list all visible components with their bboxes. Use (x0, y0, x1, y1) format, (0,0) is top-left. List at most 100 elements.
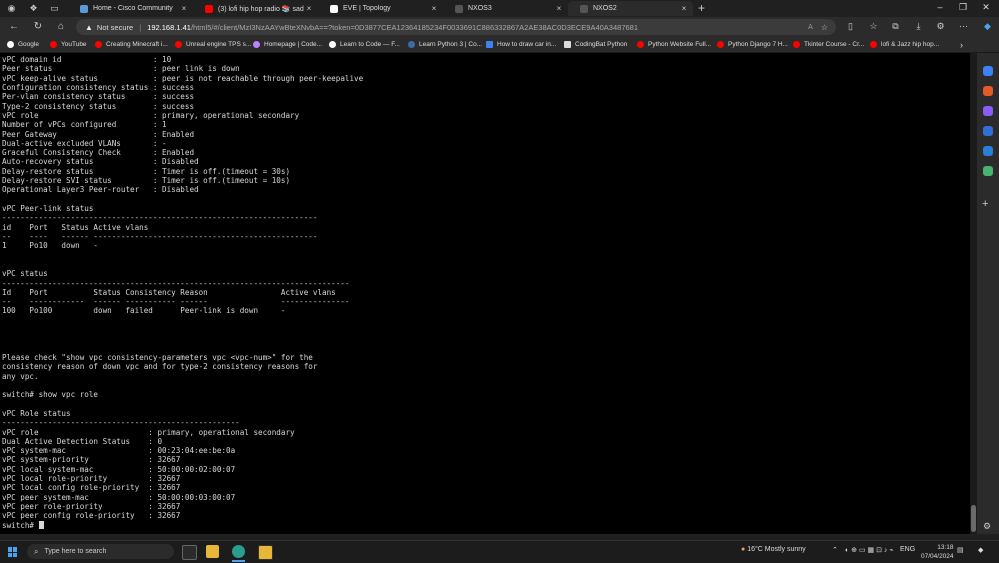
code-icon (253, 41, 260, 48)
more-menu-icon[interactable]: ⋯ (958, 21, 969, 32)
terminal-cursor (38, 520, 44, 529)
bookmarks-overflow-icon[interactable]: › (960, 39, 963, 50)
collections-icon[interactable]: ⧉ (890, 21, 901, 32)
bookmark-learn-python[interactable]: Learn Python 3 | Co... (408, 39, 482, 50)
warning-icon[interactable]: ▲ (85, 23, 93, 32)
terminal-line: vPC peer role-priority : 32667 (2, 502, 181, 511)
downloads-icon[interactable]: ⤓ (913, 21, 924, 32)
tab-nxos2[interactable]: NXOS2 × (568, 1, 693, 16)
terminal-line: Graceful Consistency Check : Enabled (2, 148, 195, 158)
terminal-scrollbar-thumb[interactable] (971, 505, 976, 532)
weather-text: 16°C Mostly sunny (747, 546, 806, 553)
edge-taskbar-icon[interactable] (232, 545, 245, 558)
windows-start-icon[interactable] (8, 547, 18, 557)
favorite-star-icon[interactable]: ☆ (821, 23, 828, 32)
search-sidebar-icon[interactable] (983, 66, 993, 76)
close-window-icon[interactable]: ✕ (979, 2, 993, 13)
add-sidebar-icon[interactable]: + (982, 198, 988, 210)
terminal-window[interactable]: vPC domain id : 10 Peer status : peer li… (0, 53, 970, 534)
bookmark-python-django[interactable]: Python Django 7 H... (717, 39, 788, 50)
terminal-line: Peer Gateway : Enabled (2, 129, 195, 139)
restore-icon[interactable]: ❐ (956, 2, 970, 13)
copilot-icon[interactable]: ◆ (982, 21, 993, 32)
bookmark-lofi-jazz[interactable]: lofi & Jazz hip hop... (870, 39, 939, 50)
profile-icon[interactable]: ◉ (6, 3, 17, 13)
close-tab-icon[interactable]: × (179, 4, 189, 13)
terminal-line: 100 Po100 down failed Peer-link is down … (2, 306, 286, 316)
terminal-line: Dual-active excluded VLANs : - (2, 138, 167, 148)
youtube-icon (717, 41, 724, 48)
taskbar-search[interactable]: ⌕ Type here to search (27, 544, 174, 559)
terminal-line: Dual Active Detection Status : 0 (2, 436, 163, 446)
bookmark-python-website[interactable]: Python Website Full... (637, 39, 711, 50)
url-host: 192.168.1.41 (147, 22, 191, 32)
terminal-line: vPC role : primary, operational secondar… (2, 110, 300, 120)
tab-lofi-radio[interactable]: (3) lofi hip hop radio 📚 sad & s × (193, 1, 318, 16)
terminal-prompt: switch# (2, 520, 39, 530)
security-label[interactable]: Not secure (97, 23, 133, 32)
notifications-icon[interactable]: ▤ (957, 546, 964, 554)
taskbar: ⌕ Type here to search ● 16°C Mostly sunn… (0, 540, 999, 563)
bookmark-youtube[interactable]: YouTube (50, 39, 87, 50)
terminal-line: vPC domain id : 10 (2, 55, 172, 64)
bookmark-label: Learn Python 3 | Co... (419, 41, 483, 48)
terminal-line: -- ------------ ------ ----------- -----… (2, 297, 350, 307)
tab-eve-topology[interactable]: EVE | Topology × (318, 1, 443, 16)
file-explorer-icon[interactable] (206, 545, 219, 558)
favorites-icon[interactable]: ☆ (868, 21, 879, 32)
bookmark-homepage-code[interactable]: Homepage | Code... (253, 39, 322, 50)
minimize-icon[interactable]: – (933, 2, 947, 12)
refresh-icon[interactable]: ↻ (32, 21, 44, 33)
url-text[interactable]: 192.168.1.41/html5/#/client/MzI3NzAAYwBt… (147, 23, 638, 32)
bookmark-label: CodingBat Python (575, 41, 628, 48)
close-tab-icon[interactable]: × (679, 4, 689, 13)
bookmark-label: Tkinter Course - Cr... (804, 41, 865, 48)
tray-icons[interactable]: ◐ ⊕ ▭ ▦ ⊡ ♪ ⌁ (845, 546, 894, 554)
bookmark-learn-to-code[interactable]: Learn to Code — F... (329, 39, 400, 50)
tools-icon[interactable] (983, 106, 993, 116)
tab-actions-icon[interactable]: ▭ (49, 3, 60, 13)
workspaces-icon[interactable]: ❖ (28, 3, 39, 13)
address-bar[interactable]: ▲ Not secure | 192.168.1.41/html5/#/clie… (76, 19, 836, 35)
extensions-icon[interactable]: ⚙ (935, 21, 946, 32)
home-icon[interactable]: ⌂ (55, 21, 67, 33)
read-aloud-icon[interactable]: A (808, 24, 813, 31)
close-tab-icon[interactable]: × (554, 4, 564, 13)
tab-nxos3[interactable]: NXOS3 × (443, 1, 568, 16)
split-screen-icon[interactable]: ▯ (845, 21, 856, 32)
shopping-icon[interactable] (983, 86, 993, 96)
terminal-line: vPC system-priority : 32667 (2, 455, 181, 465)
bookmark-unreal[interactable]: Unreal engine TPS s... (175, 39, 251, 50)
terminal-line: ----------------------------------------… (2, 213, 318, 223)
bookmark-codingbat[interactable]: CodingBat Python (564, 39, 627, 50)
tab-label: EVE | Topology (343, 5, 391, 12)
drop-icon[interactable] (983, 166, 993, 176)
terminal-line: vPC role : primary, operational secondar… (2, 427, 295, 437)
app-taskbar-icon[interactable] (258, 545, 273, 560)
games-icon[interactable] (983, 126, 993, 136)
weather-widget[interactable]: ● 16°C Mostly sunny (741, 546, 806, 553)
sidebar-settings-icon[interactable]: ⚙ (983, 521, 991, 532)
terminal-line: vPC keep-alive status : peer is not reac… (2, 73, 364, 83)
show-hidden-icons[interactable]: ⌃ (832, 546, 838, 554)
bookmark-minecraft[interactable]: Creating Minecraft i... (95, 39, 168, 50)
tab-cisco-community[interactable]: Home - Cisco Community × (68, 1, 193, 16)
bookmark-tkinter[interactable]: Tkinter Course - Cr... (793, 39, 864, 50)
close-tab-icon[interactable]: × (304, 4, 314, 13)
clock[interactable]: 13:18 07/04/2024 (921, 543, 954, 561)
language-indicator[interactable]: ENG (900, 546, 915, 553)
bookmark-google[interactable]: Google (7, 39, 39, 50)
outlook-icon[interactable] (983, 146, 993, 156)
bookmark-label: lofi & Jazz hip hop... (881, 41, 940, 48)
codecademy-icon (408, 41, 415, 48)
copilot-taskbar-icon[interactable]: ◆ (978, 546, 983, 554)
terminal-scrollbar[interactable] (970, 53, 977, 534)
terminal-line: -- ---- ------ -------------------------… (2, 231, 318, 241)
bookmark-draw-car[interactable]: How to draw car in... (486, 39, 556, 50)
back-icon[interactable]: ← (8, 21, 20, 33)
google-icon (7, 41, 14, 48)
close-tab-icon[interactable]: × (429, 4, 439, 13)
terminal-line: vPC local config role-priority : 32667 (2, 483, 181, 493)
new-tab-icon[interactable]: + (696, 2, 707, 14)
task-view-icon[interactable] (182, 545, 197, 560)
